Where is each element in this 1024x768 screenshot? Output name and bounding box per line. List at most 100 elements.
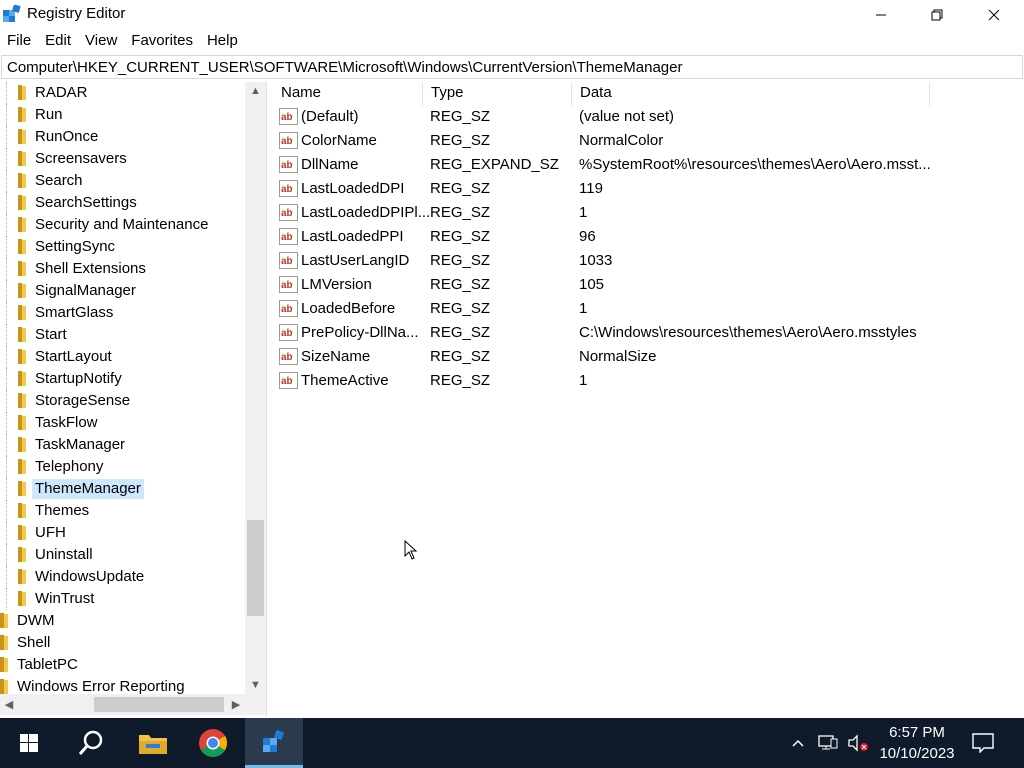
tree-item[interactable]: SignalManager: [0, 280, 245, 302]
value-data: 1: [579, 204, 588, 221]
scroll-left-icon[interactable]: ◀: [0, 694, 18, 715]
system-clock[interactable]: 6:57 PM 10/10/2023: [872, 722, 962, 764]
folder-icon: [18, 349, 26, 364]
tree-item-label: Security and Maintenance: [35, 216, 209, 233]
search-button[interactable]: [62, 718, 120, 768]
scroll-right-icon[interactable]: ▶: [227, 694, 245, 715]
value-row[interactable]: ab LoadedBefore REG_SZ 1: [273, 297, 1024, 321]
value-row[interactable]: ab ThemeActive REG_SZ 1: [273, 369, 1024, 393]
svg-text:ab: ab: [281, 112, 293, 123]
tree-item[interactable]: ThemeManager: [0, 478, 245, 500]
tree-item[interactable]: TaskFlow: [0, 412, 245, 434]
window-title: Registry Editor: [27, 5, 126, 22]
value-row[interactable]: ab SizeName REG_SZ NormalSize: [273, 345, 1024, 369]
scroll-up-icon[interactable]: ▲: [245, 82, 266, 100]
folder-icon: [18, 569, 26, 584]
column-header-type[interactable]: Type: [423, 82, 572, 106]
tree-item[interactable]: SearchSettings: [0, 192, 245, 214]
string-value-icon: ab: [279, 108, 298, 125]
value-name: LastLoadedDPIPl...: [301, 204, 431, 221]
volume-muted-icon[interactable]: [846, 734, 870, 752]
tree-item[interactable]: WinTrust: [0, 588, 245, 610]
value-row[interactable]: ab LastLoadedPPI REG_SZ 96: [273, 225, 1024, 249]
registry-editor-taskbar-button[interactable]: [245, 718, 303, 768]
column-header-name[interactable]: Name: [273, 82, 423, 106]
value-row[interactable]: ab (Default) REG_SZ (value not set): [273, 105, 1024, 129]
menu-favorites[interactable]: Favorites: [124, 30, 200, 52]
tree-item[interactable]: SettingSync: [0, 236, 245, 258]
key-tree: RADAR Run RunOnce Screensavers Search SearchS…: [0, 82, 245, 694]
tree-horizontal-scroll-thumb[interactable]: [94, 697, 224, 712]
file-explorer-button[interactable]: [124, 718, 182, 768]
show-hidden-icons-icon[interactable]: [790, 734, 806, 752]
search-icon: [78, 730, 103, 755]
tree-item[interactable]: Security and Maintenance: [0, 214, 245, 236]
address-bar[interactable]: Computer\HKEY_CURRENT_USER\SOFTWARE\Micr…: [1, 55, 1023, 79]
value-row[interactable]: ab LMVersion REG_SZ 105: [273, 273, 1024, 297]
tree-item[interactable]: TaskManager: [0, 434, 245, 456]
menu-view[interactable]: View: [78, 30, 124, 52]
tree-item-label: RADAR: [35, 84, 88, 101]
chrome-button[interactable]: [184, 718, 242, 768]
value-data: 119: [579, 180, 603, 197]
value-data: C:\Windows\resources\themes\Aero\Aero.ms…: [579, 324, 917, 341]
tree-item[interactable]: UFH: [0, 522, 245, 544]
tree-connector: [6, 104, 16, 126]
value-row[interactable]: ab PrePolicy-DllNa... REG_SZ C:\Windows\res…: [273, 321, 1024, 345]
value-row[interactable]: ab LastUserLangID REG_SZ 1033: [273, 249, 1024, 273]
tree-item[interactable]: WindowsUpdate: [0, 566, 245, 588]
menu-edit[interactable]: Edit: [38, 30, 78, 52]
tree-item[interactable]: Run: [0, 104, 245, 126]
tree-item[interactable]: Uninstall: [0, 544, 245, 566]
tree-item[interactable]: Shell Extensions: [0, 258, 245, 280]
notification-center-icon[interactable]: [970, 733, 996, 753]
value-row[interactable]: ab DllName REG_EXPAND_SZ %SystemRoot%\resou…: [273, 153, 1024, 177]
value-type: REG_SZ: [430, 348, 491, 365]
value-row[interactable]: ab LastLoadedDPI REG_SZ 119: [273, 177, 1024, 201]
tree-item-label: Screensavers: [35, 150, 127, 167]
string-value-icon: ab: [279, 180, 298, 197]
tree-connector: [6, 566, 16, 588]
tree-item[interactable]: Shell: [0, 632, 245, 654]
tree-vertical-scrollbar[interactable]: ▲ ▼: [245, 82, 266, 694]
value-name: LastLoadedPPI: [301, 228, 404, 245]
tree-vertical-scroll-thumb[interactable]: [247, 520, 264, 616]
registry-editor-icon: [263, 729, 285, 752]
tree-item[interactable]: DWM: [0, 610, 245, 632]
scroll-down-icon[interactable]: ▼: [245, 676, 266, 694]
tree-item[interactable]: Start: [0, 324, 245, 346]
tree-item[interactable]: StorageSense: [0, 390, 245, 412]
tree-item[interactable]: Windows Error Reporting: [0, 676, 245, 694]
tree-item[interactable]: SmartGlass: [0, 302, 245, 324]
value-data: NormalSize: [579, 348, 657, 365]
network-icon[interactable]: [817, 734, 839, 752]
svg-text:ab: ab: [281, 160, 293, 171]
tree-item[interactable]: RADAR: [0, 82, 245, 104]
tree-item[interactable]: StartupNotify: [0, 368, 245, 390]
value-row[interactable]: ab LastLoadedDPIPl... REG_SZ 1: [273, 201, 1024, 225]
tree-item[interactable]: Telephony: [0, 456, 245, 478]
restore-button[interactable]: [908, 0, 966, 30]
start-button[interactable]: [0, 718, 58, 768]
tree-item[interactable]: Screensavers: [0, 148, 245, 170]
tree-item[interactable]: StartLayout: [0, 346, 245, 368]
tree-item-label: WindowsUpdate: [35, 568, 145, 585]
folder-icon: [18, 85, 26, 100]
file-explorer-icon: [139, 735, 167, 754]
close-button[interactable]: [965, 0, 1023, 30]
menu-help[interactable]: Help: [200, 30, 245, 52]
column-header-data[interactable]: Data: [572, 82, 930, 106]
tree-item[interactable]: RunOnce: [0, 126, 245, 148]
tree-item[interactable]: TabletPC: [0, 654, 245, 676]
restore-icon: [931, 9, 943, 21]
minimize-button[interactable]: [852, 0, 910, 30]
tree-connector: [6, 456, 16, 478]
tree-item[interactable]: Themes: [0, 500, 245, 522]
tree-horizontal-scrollbar[interactable]: ◀ ▶: [0, 694, 245, 715]
menu-file[interactable]: File: [0, 30, 38, 52]
value-name: PrePolicy-DllNa...: [301, 324, 419, 341]
string-value-icon: ab: [279, 132, 298, 149]
value-data: 1033: [579, 252, 613, 269]
tree-item[interactable]: Search: [0, 170, 245, 192]
value-row[interactable]: ab ColorName REG_SZ NormalColor: [273, 129, 1024, 153]
